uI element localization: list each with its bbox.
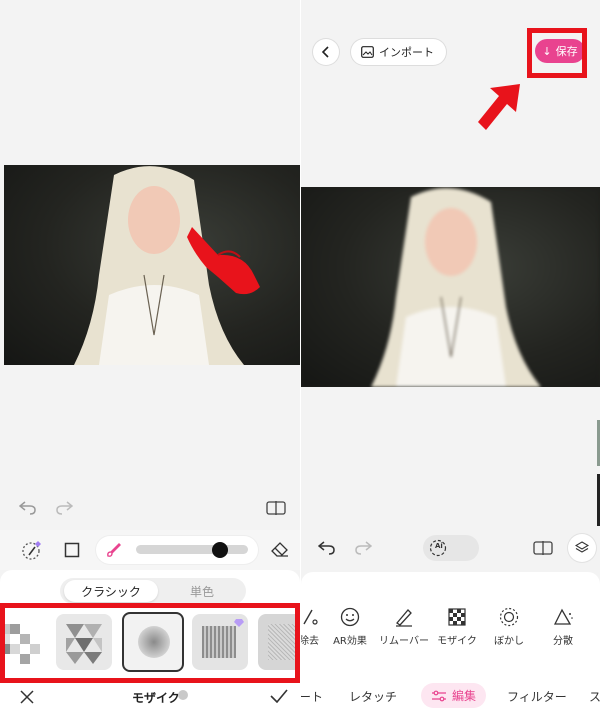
layers-button[interactable] [568,534,596,562]
undo-icon [318,541,335,555]
undo-button-right[interactable] [317,539,337,557]
save-highlight-box [527,28,587,78]
ai-toggle[interactable]: Ai [423,535,479,561]
sliders-icon [432,690,446,701]
check-icon [270,689,288,703]
tool-remover[interactable]: リムーバー [374,606,434,650]
disperse-icon [553,608,573,625]
brush-size-slider[interactable] [136,545,248,554]
square-shape-button[interactable] [62,540,82,560]
redo-button-right[interactable] [353,539,373,557]
layers-icon [575,541,589,553]
paint-brush-button[interactable] [104,540,124,560]
square-icon [64,542,80,558]
main-editor-panel: インポート ↓ 保存 Ai 除去 AR効果 リムーバー モザイク ぼかし 分散 … [301,0,600,717]
eraser-pen-icon [396,609,412,627]
tool-blur[interactable]: ぼかし [479,606,539,650]
redo-icon [355,541,372,555]
tool-disperse[interactable]: 分散 [533,606,593,650]
compare-button-right[interactable] [531,539,555,557]
back-button[interactable] [313,39,339,65]
tab-single-color[interactable]: 単色 [162,580,242,602]
nav-tab-filter[interactable]: フィルター [507,688,567,705]
paint-brush-icon [107,543,121,557]
close-icon [20,690,34,704]
blur-icon [499,607,519,627]
remove-icon [303,609,318,625]
nav-tab-retouch[interactable]: レタッチ [349,688,397,705]
confirm-button[interactable] [268,687,290,705]
nav-tab-partial[interactable]: ート [301,688,323,705]
mode-title: モザイク [132,691,180,705]
compare-icon [266,501,286,515]
eraser-icon [271,542,288,557]
tool-mosaic[interactable]: モザイク [427,606,487,650]
smiley-icon [340,607,360,627]
thumb-highlight-box [0,603,300,683]
image-import-icon [361,46,374,58]
ai-badge: Ai [435,542,443,550]
photo-canvas[interactable] [4,165,300,365]
tool-ar-effect[interactable]: AR効果 [320,606,380,650]
nav-tab-edit[interactable]: 編集 [421,683,487,708]
undo-icon [19,501,36,515]
magic-brush-icon [22,541,41,560]
eraser-button[interactable] [270,540,290,560]
undo-button[interactable] [18,498,38,518]
blurred-portrait-image [371,188,541,387]
import-button[interactable]: インポート [351,39,446,65]
blurred-photo-canvas[interactable] [301,187,600,387]
magic-brush-button[interactable] [20,539,44,561]
nav-tab-partial-right[interactable]: ス [589,688,600,705]
mosaic-icon [448,608,466,626]
redo-button[interactable] [54,498,74,518]
compare-button[interactable] [264,498,288,518]
mosaic-editor-panel: クラシック 単色 モザイク [0,0,300,717]
compare-icon [533,541,553,555]
close-button[interactable] [18,688,36,706]
slider-handle[interactable] [212,542,228,558]
help-icon[interactable] [178,690,188,700]
red-arrow-icon [478,84,520,130]
tab-classic[interactable]: クラシック [64,580,158,602]
import-label: インポート [379,46,434,59]
portrait-image [74,166,244,365]
chevron-left-icon [321,46,329,58]
redo-icon [56,501,73,515]
